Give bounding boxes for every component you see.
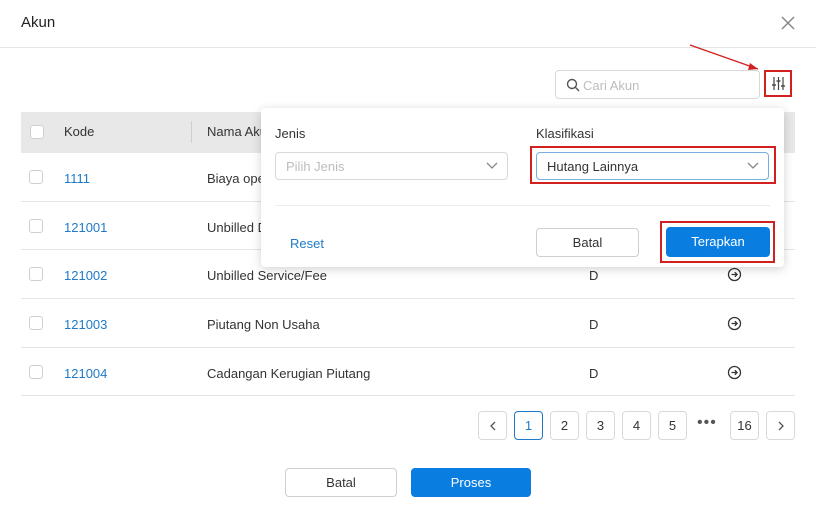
row-checkbox[interactable]: [29, 364, 43, 379]
klasifikasi-select[interactable]: Hutang Lainnya: [536, 152, 769, 180]
arrow-circle-right-icon[interactable]: [727, 316, 742, 331]
debit-credit-value: D: [589, 365, 599, 381]
search-icon: [566, 78, 580, 92]
row-checkbox[interactable]: [29, 316, 43, 331]
account-code-link[interactable]: 121001: [64, 220, 107, 235]
debit-credit-value: D: [589, 268, 599, 284]
panel-divider: [275, 205, 770, 206]
footer-cancel-button[interactable]: Batal: [285, 468, 397, 497]
arrow-circle-right-icon[interactable]: [727, 365, 742, 380]
reset-link[interactable]: Reset: [290, 236, 324, 251]
row-checkbox[interactable]: [29, 170, 43, 184]
klasifikasi-label: Klasifikasi: [536, 126, 594, 141]
chevron-down-icon: [486, 162, 498, 169]
row-checkbox[interactable]: [29, 218, 43, 233]
filter-sliders-icon: [772, 77, 785, 90]
pagination-page-2[interactable]: 2: [550, 411, 579, 440]
account-name: Unbilled D: [207, 219, 267, 235]
account-name: Unbilled Service/Fee: [207, 268, 327, 284]
chevron-down-icon: [747, 162, 759, 169]
debit-credit-value: D: [589, 317, 599, 333]
filter-panel: Jenis Pilih Jenis Klasifikasi Hutang Lai…: [261, 108, 784, 267]
account-code-link[interactable]: 121004: [64, 366, 107, 381]
account-name: Cadangan Kerugian Piutang: [207, 365, 371, 381]
arrow-circle-right-icon[interactable]: [727, 267, 742, 282]
column-divider: [191, 121, 192, 143]
chevron-right-icon: [778, 421, 784, 431]
panel-cancel-button[interactable]: Batal: [536, 228, 639, 257]
pagination-prev[interactable]: [478, 411, 507, 440]
table-row[interactable]: 121004 Cadangan Kerugian Piutang D: [21, 348, 795, 397]
row-checkbox[interactable]: [29, 267, 43, 282]
process-button[interactable]: Proses: [411, 468, 531, 497]
chevron-left-icon: [489, 421, 495, 431]
close-icon[interactable]: [778, 13, 798, 33]
pagination-page-5[interactable]: 5: [658, 411, 687, 440]
modal-title: Akun: [21, 14, 56, 31]
pagination-next[interactable]: [766, 411, 795, 440]
column-header-code: Kode: [64, 124, 95, 139]
klasifikasi-value: Hutang Lainnya: [547, 159, 639, 174]
account-code-link[interactable]: 121002: [64, 268, 107, 283]
jenis-placeholder: Pilih Jenis: [286, 159, 345, 174]
search-input[interactable]: [583, 75, 753, 95]
account-name: Piutang Non Usaha: [207, 317, 320, 333]
apply-button[interactable]: Terapkan: [666, 227, 770, 257]
account-name: Biaya ope: [207, 171, 265, 186]
jenis-select[interactable]: Pilih Jenis: [275, 152, 508, 180]
pagination-page-3[interactable]: 3: [586, 411, 615, 440]
table-row[interactable]: 121003 Piutang Non Usaha D: [21, 299, 795, 348]
pagination-page-last[interactable]: 16: [730, 411, 759, 440]
pagination-page-4[interactable]: 4: [622, 411, 651, 440]
select-all-checkbox[interactable]: [30, 125, 44, 139]
search-box[interactable]: [555, 70, 760, 99]
pagination-page-1[interactable]: 1: [514, 411, 543, 440]
filter-button[interactable]: [764, 70, 792, 97]
pagination-ellipsis[interactable]: •••: [697, 414, 717, 432]
jenis-label: Jenis: [275, 126, 306, 141]
account-code-link[interactable]: 121003: [64, 317, 107, 332]
modal-header: Akun: [0, 0, 816, 48]
account-code-link[interactable]: 1111: [64, 171, 90, 186]
